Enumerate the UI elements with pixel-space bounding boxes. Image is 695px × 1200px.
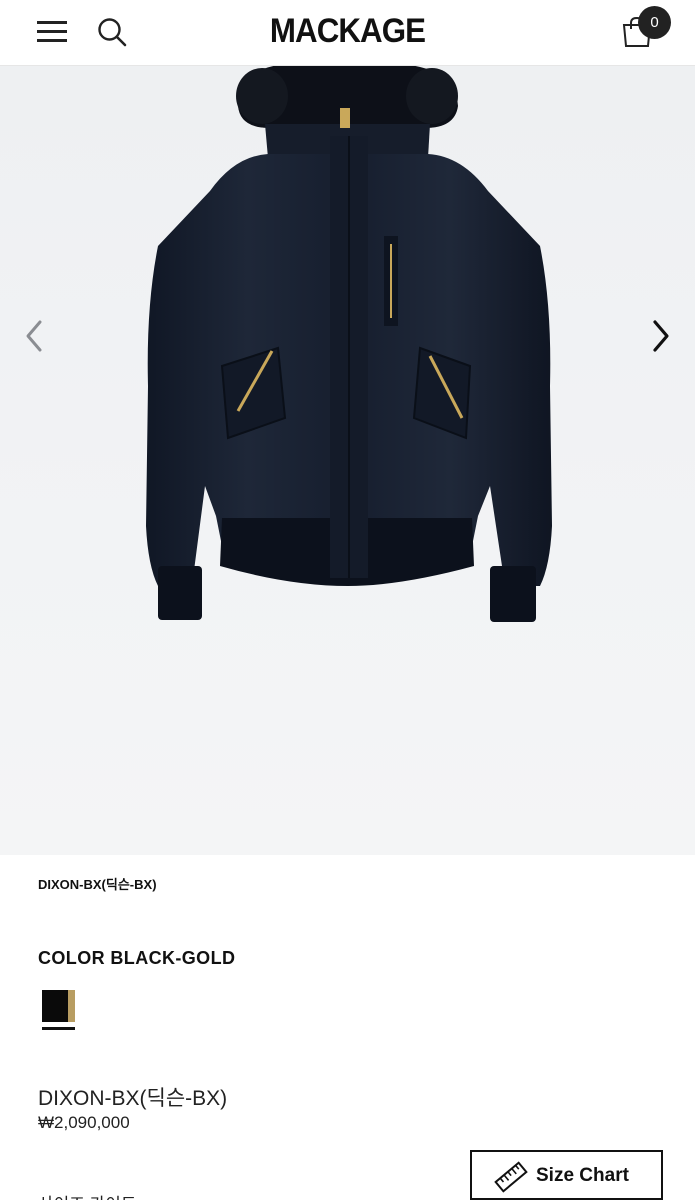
product-price: ₩2,090,000: [38, 1113, 130, 1132]
size-chart-label: Size Chart: [536, 1165, 629, 1186]
swatch-gold: [68, 990, 75, 1022]
product-image-carousel[interactable]: [0, 66, 695, 855]
brand-logo[interactable]: MACKAGE: [28, 12, 667, 51]
size-chart-button[interactable]: Size Chart: [470, 1150, 663, 1200]
chevron-right-icon[interactable]: [645, 316, 679, 356]
chevron-left-icon[interactable]: [18, 316, 52, 356]
product-image: [146, 66, 552, 622]
ruler-icon: [494, 1161, 528, 1193]
color-label: COLOR BLACK-GOLD: [38, 948, 236, 968]
product-name: DIXON-BX(딕슨-BX): [38, 1087, 228, 1110]
swatch-black: [42, 990, 68, 1022]
cart-count-badge[interactable]: 0: [638, 6, 671, 39]
product-breadcrumb: DIXON-BX(딕슨-BX): [38, 877, 157, 892]
color-swatch-black-gold[interactable]: [42, 990, 76, 1022]
top-header: MACKAGE 0: [0, 0, 695, 66]
selected-swatch-indicator: [42, 1027, 75, 1030]
size-guide-link[interactable]: 사이즈 가이드: [38, 1190, 137, 1200]
